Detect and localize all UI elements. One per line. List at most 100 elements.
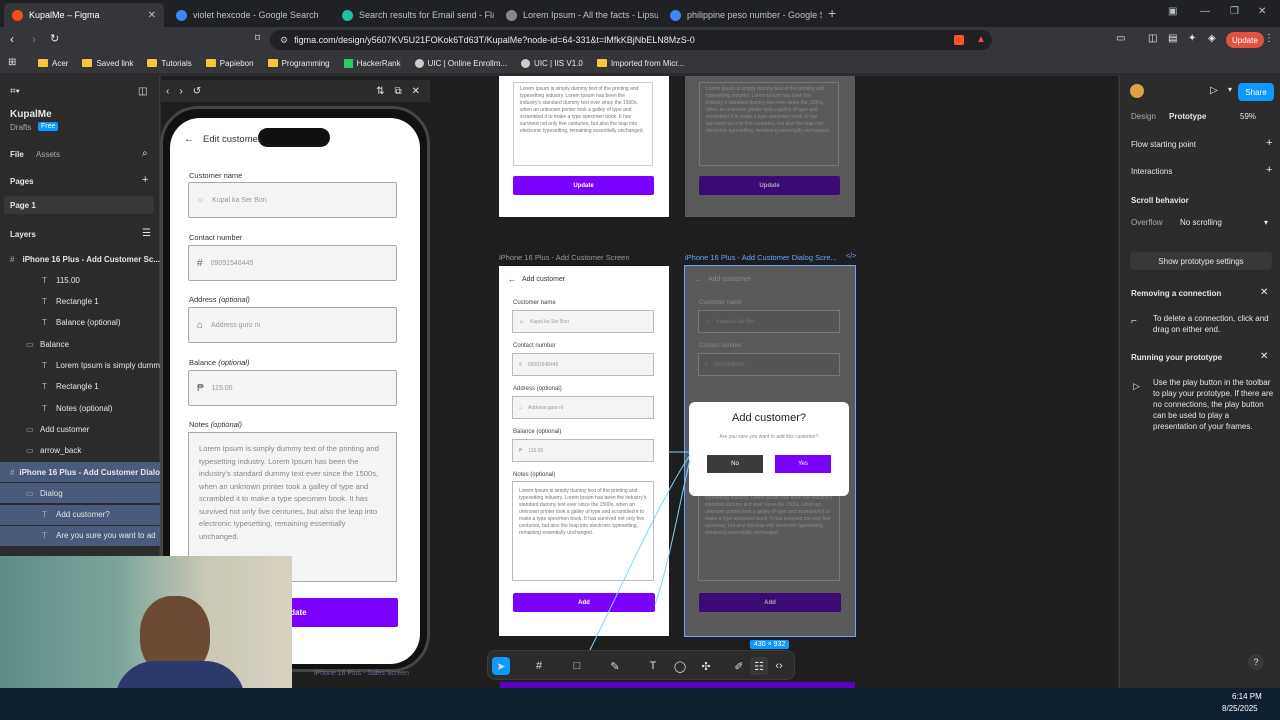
assets-tab[interactable]: Assets xyxy=(36,150,60,159)
minimize-icon[interactable]: — xyxy=(1200,6,1210,17)
bookmark-icon[interactable]: ⌑ xyxy=(255,33,260,44)
taskbar-time[interactable]: 6:14 PM xyxy=(1232,692,1262,701)
code-icon[interactable]: </> xyxy=(846,253,856,260)
share-button[interactable]: Share xyxy=(1238,83,1274,101)
layer-item[interactable]: ▭ Add customer xyxy=(0,419,160,439)
brave-shield-icon[interactable] xyxy=(954,35,964,45)
add-page-icon[interactable]: + xyxy=(142,174,148,186)
menu-icon[interactable]: ⋮ xyxy=(1264,33,1274,44)
close-tip-icon[interactable]: ✕ xyxy=(1260,287,1268,298)
bookmark-uic-iis[interactable]: UIC | IIS V1.0 xyxy=(521,58,583,68)
settings-icon[interactable]: ⇅ xyxy=(376,86,384,97)
layer-item[interactable]: # iPhone 16 Plus - Add Customer Sc... xyxy=(0,249,160,269)
layer-item[interactable]: ▭ Dialog xyxy=(0,483,160,504)
sidebar-icon[interactable]: ◫ xyxy=(1148,33,1157,44)
panel-toggle-icon[interactable]: ◫ xyxy=(138,86,147,97)
balance-field[interactable]: ₱ 115.00 xyxy=(188,370,397,406)
frame-tool-icon[interactable]: # xyxy=(530,657,548,675)
collapse-layers-icon[interactable]: ☰ xyxy=(142,228,151,239)
prototype-connection[interactable] xyxy=(580,440,700,660)
layer-item[interactable]: # iPhone 16 Plus - Add Customer Dialo xyxy=(0,462,160,482)
tab-lipsum[interactable]: Lorem Ipsum - All the facts - Lipsum xyxy=(498,3,658,27)
close-tab-icon[interactable]: ✕ xyxy=(148,10,156,21)
restart-icon[interactable]: ↺ xyxy=(193,86,201,97)
close-window-icon[interactable]: ✕ xyxy=(1258,6,1266,17)
frame-label-add-customer[interactable]: iPhone 16 Plus - Add Customer Screen xyxy=(499,253,630,262)
present-dropdown-icon[interactable]: ▾ xyxy=(1228,85,1232,94)
address-field[interactable]: ⌂ Address guro ni xyxy=(188,307,397,343)
update-button-preview[interactable]: Update xyxy=(513,176,654,195)
dialog-no-button[interactable]: No xyxy=(707,455,763,473)
layer-item[interactable]: T Rectangle 1 xyxy=(0,292,160,312)
update-browser-button[interactable]: Update xyxy=(1226,32,1264,48)
vpn-icon[interactable]: ◈ xyxy=(1208,33,1216,44)
pen-tool-icon[interactable]: ✎ xyxy=(606,657,624,675)
layer-item[interactable]: T Are you sure you want to ad xyxy=(0,525,160,546)
frame-add-customer-dialog[interactable]: ← Add customer Customer name ☺ Kupal ka S… xyxy=(684,265,856,637)
design-mode-icon[interactable]: ☷ xyxy=(750,657,768,675)
url-field[interactable]: ⚙ figma.com/design/y5607KV5U21FOKok6Td63… xyxy=(270,30,992,50)
help-icon[interactable]: ? xyxy=(1248,654,1264,670)
bookmark-acer[interactable]: Acer xyxy=(38,59,68,68)
contact-field[interactable]: #09091548445 xyxy=(188,245,397,281)
bookmark-programming[interactable]: Programming xyxy=(267,59,330,68)
brave-rewards-icon[interactable]: ▲ xyxy=(976,34,986,45)
layer-item[interactable]: T Rectangle 1 xyxy=(0,377,160,397)
dev-mode-icon[interactable]: ‹› xyxy=(770,657,788,675)
leo-icon[interactable]: ✦ xyxy=(1188,33,1196,44)
address-field[interactable]: ⌂ Address guro ni xyxy=(512,396,654,419)
frame-edit-customer[interactable]: Lorem Ipsum is simply dummy text of the … xyxy=(499,76,669,217)
arrow-back-icon[interactable]: ← xyxy=(508,275,516,284)
open-external-icon[interactable]: ⧉ xyxy=(394,86,401,97)
rectangle-tool-icon[interactable]: □ xyxy=(568,657,586,675)
contact-field[interactable]: #09091548445 xyxy=(512,353,654,376)
zoom-level[interactable]: 59% xyxy=(1240,112,1256,121)
bookmark-papiebon[interactable]: Papiebon xyxy=(205,59,254,68)
layer-item[interactable]: T Lorem Ipsum is simply dumm xyxy=(0,356,160,376)
frame-edit-dialog[interactable]: Lorem Ipsum is simply dummy text of the … xyxy=(685,76,855,217)
drafts-label[interactable]: Drafts xyxy=(10,123,31,132)
avatar[interactable] xyxy=(1130,84,1144,98)
layer-item[interactable]: ▭ Balance xyxy=(0,334,160,354)
next-frame-icon[interactable]: › xyxy=(179,86,182,97)
tab-figma[interactable]: KupalMe – Figma ✕ xyxy=(4,3,164,27)
page-item-page-1[interactable]: Page 1 xyxy=(4,196,154,214)
search-icon[interactable]: ⌕ xyxy=(142,148,148,159)
taskbar-date[interactable]: 8/25/2025 xyxy=(1222,704,1258,713)
tab-design[interactable]: Design xyxy=(1131,112,1156,121)
draw-mode-icon[interactable]: ✐ xyxy=(730,657,748,675)
layer-item[interactable]: ▭ arrow_back xyxy=(0,441,160,461)
profile-icon[interactable]: ▣ xyxy=(1168,6,1177,17)
figma-menu-icon[interactable]: ⌗▾ xyxy=(10,86,20,97)
bookmark-hackerrank[interactable]: HackerRank xyxy=(343,58,401,68)
overflow-select[interactable]: No scrolling ▾ xyxy=(1176,214,1272,230)
bookmark-tutorials[interactable]: Tutorials xyxy=(147,59,192,68)
layer-item[interactable]: T 115.00 xyxy=(0,270,160,290)
tab-google-violet[interactable]: violet hexcode - Google Search xyxy=(168,3,330,27)
close-preview-icon[interactable]: ✕ xyxy=(412,86,420,97)
file-name[interactable]: KupalMe xyxy=(10,109,52,120)
apps-icon[interactable]: ⊞ xyxy=(8,57,16,68)
present-icon[interactable]: ▷ xyxy=(1210,85,1218,96)
wallet-icon[interactable]: ▤ xyxy=(1168,33,1177,44)
confirm-dialog[interactable]: Add customer? Are you sure you want to a… xyxy=(689,402,849,496)
back-icon[interactable]: ‹ xyxy=(10,32,14,46)
maximize-icon[interactable]: ❐ xyxy=(1230,6,1239,17)
move-tool-icon[interactable]: ➤ xyxy=(492,657,510,675)
customer-name-field[interactable]: ☺ Kupal ka Ser Bon xyxy=(512,310,654,333)
dialog-yes-button[interactable]: Yes xyxy=(775,455,831,473)
cast-icon[interactable]: ▭ xyxy=(1116,33,1125,44)
text-tool-icon[interactable]: T xyxy=(644,657,662,675)
add-interaction-icon[interactable]: + xyxy=(1266,164,1272,176)
arrow-back-icon[interactable]: ← xyxy=(184,134,194,145)
add-flow-icon[interactable]: + xyxy=(1266,137,1272,149)
bookmark-imported[interactable]: Imported from Micr... xyxy=(596,59,684,68)
customer-name-field[interactable]: ☺ Kupal ka Ser Bon xyxy=(188,182,397,218)
file-tab[interactable]: File xyxy=(10,150,24,159)
bookmark-uic-enroll[interactable]: UIC | Online Enrollm... xyxy=(414,58,507,68)
frame-label-sales[interactable]: iPhone 16 Plus - Sales Screen xyxy=(314,670,409,677)
close-tip-icon[interactable]: ✕ xyxy=(1260,351,1268,362)
tab-prototype[interactable]: Prototype xyxy=(1169,112,1206,121)
forward-icon[interactable]: › xyxy=(32,32,36,46)
layer-item[interactable]: T Balance (optional) xyxy=(0,313,160,333)
